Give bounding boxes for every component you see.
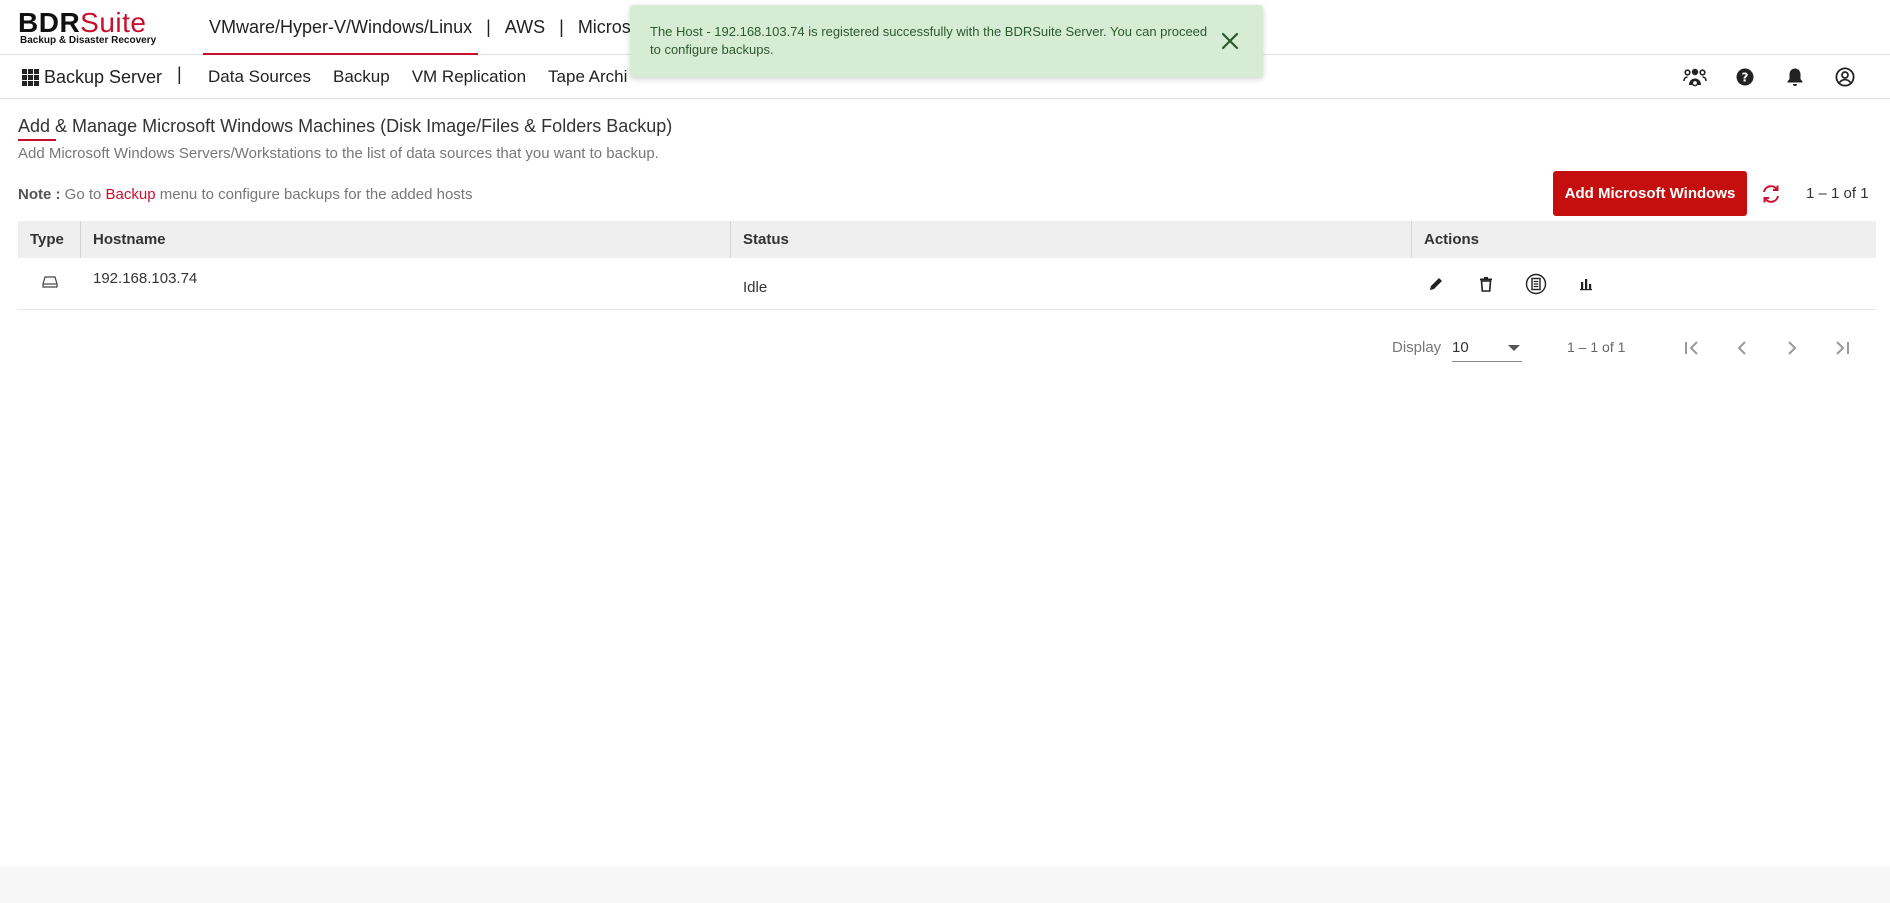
page-title: Add & Manage Microsoft Windows Machines …: [18, 116, 673, 136]
hosts-table: Type Hostname Status Actions 192.168.103…: [18, 221, 1876, 310]
product-tab-vmware[interactable]: VMware/Hyper-V/Windows/Linux: [203, 0, 479, 55]
logo-text-accent: Suite: [80, 7, 147, 38]
menu-separator: |: [177, 64, 182, 84]
report-icon[interactable]: [1524, 272, 1548, 296]
product-nav: VMware/Hyper-V/Windows/Linux | AWS | Mic…: [203, 0, 647, 55]
paginator: Display 10 1 – 1 of 1: [1392, 330, 1872, 364]
disk-icon: [42, 275, 58, 293]
page-subtitle: Add Microsoft Windows Servers/Workstatio…: [18, 145, 659, 162]
success-toast: The Host - 192.168.103.74 is registered …: [630, 5, 1263, 77]
menu-item-backup[interactable]: Backup: [333, 67, 390, 87]
page-size-label: Display: [1392, 339, 1442, 356]
column-header-status[interactable]: Status: [731, 221, 1412, 258]
previous-page-icon[interactable]: [1728, 334, 1756, 362]
help-icon[interactable]: ?: [1730, 62, 1760, 92]
footer-strip: [0, 866, 1890, 903]
status-text: Idle: [743, 279, 768, 296]
menu-item-vm-replication[interactable]: VM Replication: [412, 67, 526, 87]
refresh-icon[interactable]: [1760, 183, 1782, 205]
type-cell: [18, 258, 81, 309]
menu-item-data-sources[interactable]: Data Sources: [208, 67, 311, 87]
logo-tagline: Backup & Disaster Recovery: [20, 35, 157, 46]
table-row[interactable]: 192.168.103.74 Idle: [18, 258, 1876, 310]
note-text: Note : Go to Backup menu to configure ba…: [18, 186, 472, 203]
page-size-value: 10: [1452, 339, 1469, 356]
page-range: 1 – 1 of 1: [1567, 339, 1626, 355]
header-tools: ?: [1660, 55, 1860, 99]
delete-icon[interactable]: [1474, 272, 1498, 296]
users-icon[interactable]: [1680, 62, 1710, 92]
table-header: Type Hostname Status Actions: [18, 221, 1876, 258]
column-header-type[interactable]: Type: [18, 221, 81, 258]
first-page-icon[interactable]: [1678, 334, 1706, 362]
main-menu: Data Sources Backup VM Replication Tape …: [208, 55, 649, 99]
svg-text:?: ?: [1742, 71, 1749, 85]
record-range: 1 – 1 of 1: [1806, 185, 1869, 202]
menu-item-tape-archive[interactable]: Tape Archi: [548, 67, 627, 87]
actions-cell: [1412, 258, 1876, 309]
title-underline: [18, 139, 56, 141]
bdrsuite-logo[interactable]: BDRSuite Backup & Disaster Recovery: [18, 8, 158, 50]
column-header-hostname[interactable]: Hostname: [81, 221, 731, 258]
add-microsoft-windows-button[interactable]: Add Microsoft Windows: [1553, 171, 1747, 216]
product-tab-aws[interactable]: AWS: [499, 0, 551, 55]
chart-icon[interactable]: [1574, 272, 1598, 296]
note-label: Note :: [18, 186, 61, 203]
product-nav-separator: |: [486, 17, 491, 37]
bell-icon[interactable]: [1780, 62, 1810, 92]
apps-grid-icon: [22, 68, 39, 86]
column-header-actions: Actions: [1424, 231, 1480, 248]
last-page-icon[interactable]: [1828, 334, 1856, 362]
apps-switcher-label: Backup Server: [44, 66, 163, 87]
product-nav-separator: |: [559, 17, 564, 37]
close-icon[interactable]: [1219, 30, 1241, 52]
account-icon[interactable]: [1830, 62, 1860, 92]
status-cell: Idle: [731, 258, 1412, 309]
note-prefix: Go to: [64, 186, 102, 203]
chevron-down-icon: [1508, 345, 1520, 351]
note-suffix: menu to configure backups for the added …: [159, 186, 473, 203]
edit-icon[interactable]: [1424, 272, 1448, 296]
apps-switcher[interactable]: Backup Server: [22, 63, 162, 91]
next-page-icon[interactable]: [1778, 334, 1806, 362]
toast-message: The Host - 192.168.103.74 is registered …: [650, 24, 1208, 57]
backup-menu-link[interactable]: Backup: [106, 186, 156, 203]
page-size-select[interactable]: 10: [1452, 334, 1522, 362]
logo-text-primary: BDR: [18, 7, 81, 38]
hostname-cell: 192.168.103.74: [81, 258, 731, 309]
hostname-text: 192.168.103.74: [93, 270, 198, 287]
